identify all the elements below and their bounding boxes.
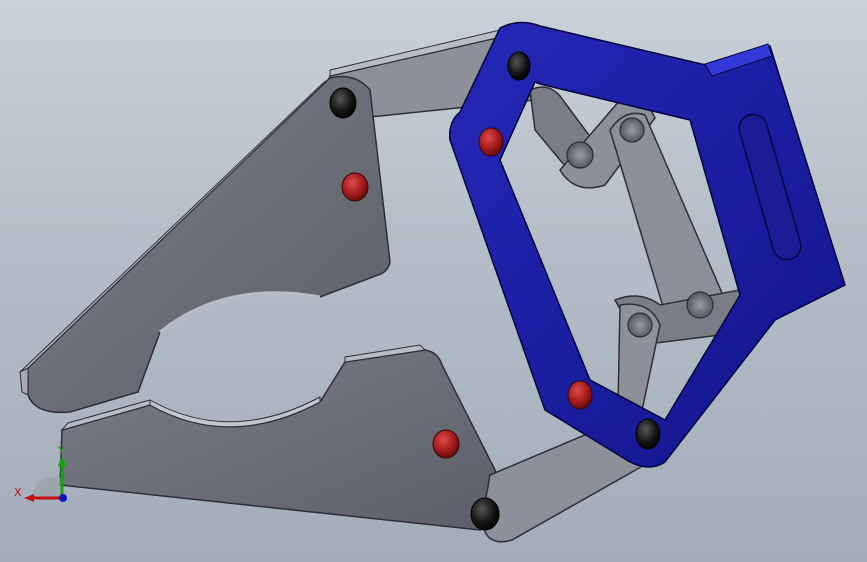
fastener-red-lower-jaw[interactable] <box>432 429 460 459</box>
gripper-assembly-model[interactable] <box>0 0 867 562</box>
z-axis-dot <box>59 494 67 502</box>
fastener-black-lower-jaw[interactable] <box>470 497 500 531</box>
upper-jaw[interactable] <box>19 75 391 414</box>
graphics-viewport[interactable]: X Y <box>0 0 867 562</box>
orientation-triad: X Y <box>14 444 67 502</box>
fastener-black-blue-top[interactable] <box>507 51 531 81</box>
fastener-red-blue-lower[interactable] <box>567 380 593 410</box>
fastener-black-blue-bottom[interactable] <box>635 418 661 450</box>
x-axis-label: X <box>14 486 22 499</box>
triad-plane-indicator <box>31 476 62 500</box>
y-axis-label: Y <box>57 444 65 457</box>
fastener-red-upper-jaw[interactable] <box>341 172 369 202</box>
fastener-red-blue-upper[interactable] <box>478 127 504 157</box>
fastener-black-upper-jaw[interactable] <box>329 87 357 119</box>
